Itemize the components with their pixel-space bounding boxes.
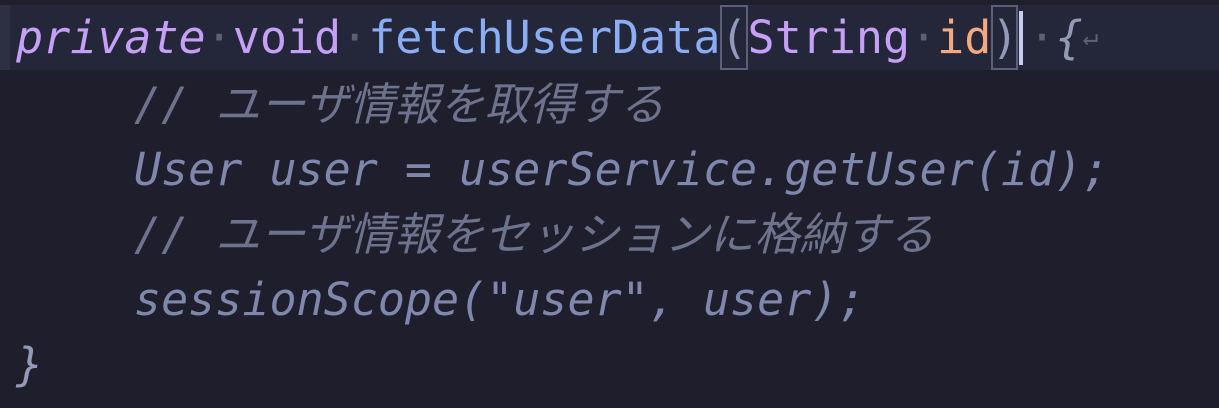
param-name: id [937,11,992,64]
open-paren: ( [720,5,748,70]
code-line-4[interactable]: // ユーザ情報をセッションに格納する [0,202,1219,267]
code-line-6[interactable]: } [0,332,1219,397]
whitespace-dot: · [205,11,233,64]
code-line-3[interactable]: User user = userService.getUser(id); [0,137,1219,202]
whitespace-dot: · [1028,11,1056,64]
comment-fetch-user: // ユーザ情報を取得する [134,78,665,131]
whitespace-dot: · [341,11,369,64]
code-line-5[interactable]: sessionScope("user", user); [0,267,1219,332]
code-line-2[interactable]: // ユーザ情報を取得する [0,72,1219,137]
code-line-1[interactable]: private · void · fetchUserData(String · id) ·{↵ [0,5,1219,70]
close-paren: ) [991,5,1019,70]
whitespace-dot: · [910,11,938,64]
current-line-marker [0,5,10,70]
end-of-line-icon: ↵ [1082,22,1099,52]
statement-get-user: User user = userService.getUser(id); [134,143,1110,196]
function-name: fetchUserData [368,11,721,64]
statement-session-scope: sessionScope("user", user); [134,273,866,326]
close-brace: } [16,338,44,391]
param-type: String [747,11,911,64]
text-cursor [1019,10,1024,65]
open-brace: { [1055,11,1083,64]
comment-store-session: // ユーザ情報をセッションに格納する [134,208,935,261]
code-editor[interactable]: private · void · fetchUserData(String · id) ·{↵… [0,0,1219,408]
keyword-void: void [232,11,342,64]
keyword-private: private [16,11,206,64]
